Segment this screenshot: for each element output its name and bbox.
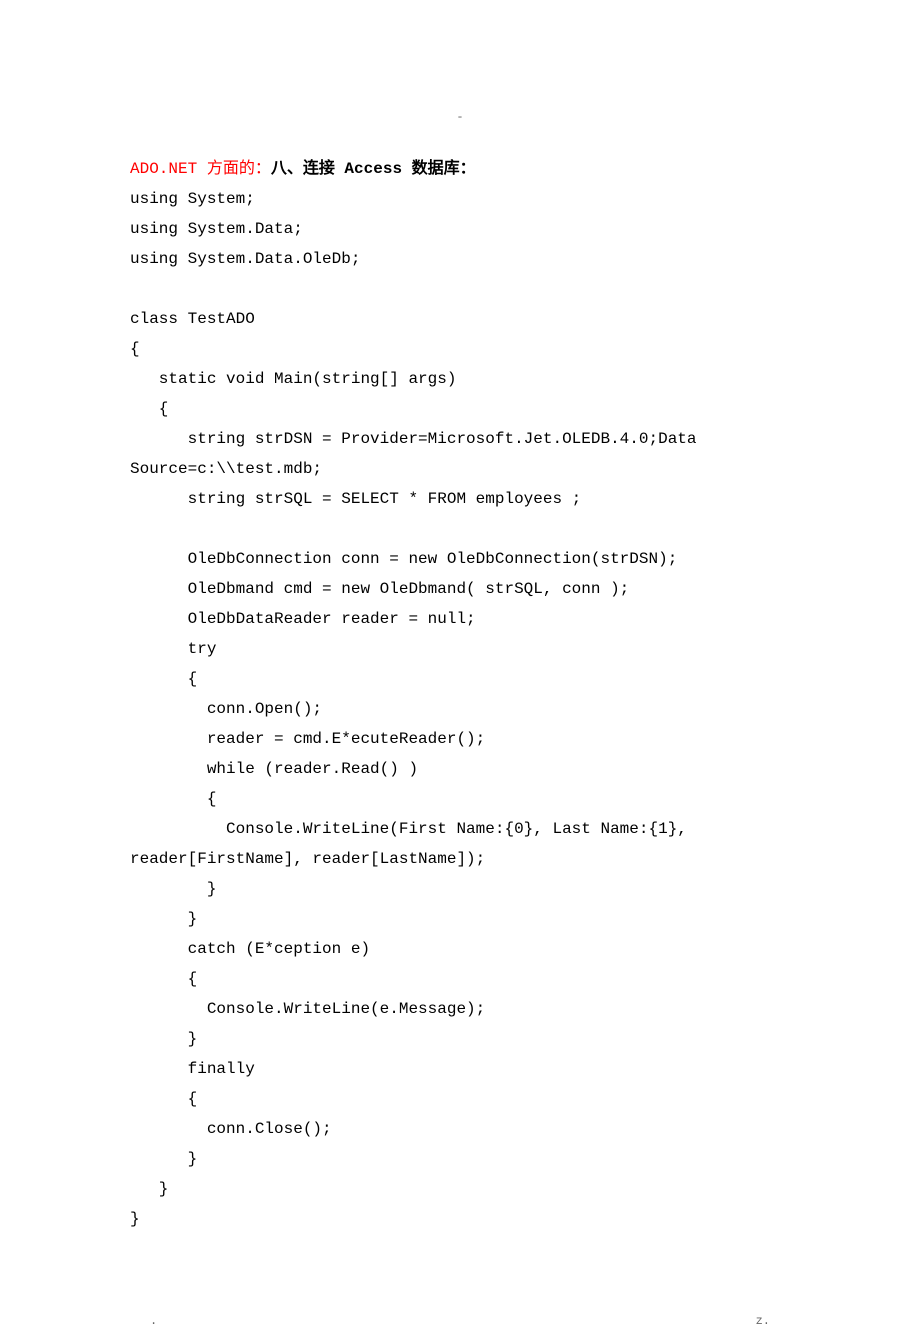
code-block: using System;using System.Data;using Sys… bbox=[130, 184, 790, 1234]
code-line: using System.Data; bbox=[130, 214, 790, 244]
code-line bbox=[130, 514, 790, 544]
code-line: OleDbDataReader reader = null; bbox=[130, 604, 790, 634]
code-line: using System.Data.OleDb; bbox=[130, 244, 790, 274]
code-line: Source=c:\\test.mdb; bbox=[130, 454, 790, 484]
code-line: Console.WriteLine(e.Message); bbox=[130, 994, 790, 1024]
code-line: OleDbConnection conn = new OleDbConnecti… bbox=[130, 544, 790, 574]
code-line: { bbox=[130, 664, 790, 694]
code-line: conn.Open(); bbox=[130, 694, 790, 724]
code-line: try bbox=[130, 634, 790, 664]
code-line: static void Main(string[] args) bbox=[130, 364, 790, 394]
code-line: { bbox=[130, 784, 790, 814]
title-bold: 八、连接 Access 数据库： bbox=[271, 160, 476, 178]
footer-right: z. bbox=[756, 1314, 770, 1328]
code-line: } bbox=[130, 904, 790, 934]
header-marker: - bbox=[130, 110, 790, 124]
code-line: { bbox=[130, 394, 790, 424]
code-line: conn.Close(); bbox=[130, 1114, 790, 1144]
code-line: } bbox=[130, 1024, 790, 1054]
code-line: { bbox=[130, 1084, 790, 1114]
code-line: { bbox=[130, 964, 790, 994]
code-line: string strSQL = SELECT * FROM employees … bbox=[130, 484, 790, 514]
code-line: class TestADO bbox=[130, 304, 790, 334]
code-line: reader = cmd.E*ecuteReader(); bbox=[130, 724, 790, 754]
code-line: } bbox=[130, 1174, 790, 1204]
title-prefix: ADO.NET 方面的： bbox=[130, 160, 271, 178]
code-line: } bbox=[130, 1144, 790, 1174]
page-footer: . z. bbox=[0, 1274, 920, 1328]
code-line: catch (E*ception e) bbox=[130, 934, 790, 964]
title-line: ADO.NET 方面的：八、连接 Access 数据库： bbox=[130, 154, 790, 184]
code-line: OleDbmand cmd = new OleDbmand( strSQL, c… bbox=[130, 574, 790, 604]
code-line: } bbox=[130, 1204, 790, 1234]
document-page: - ADO.NET 方面的：八、连接 Access 数据库： using Sys… bbox=[0, 0, 920, 1274]
code-line: string strDSN = Provider=Microsoft.Jet.O… bbox=[130, 424, 790, 454]
code-line: Console.WriteLine(First Name:{0}, Last N… bbox=[130, 814, 790, 844]
code-line: reader[FirstName], reader[LastName]); bbox=[130, 844, 790, 874]
code-line: } bbox=[130, 874, 790, 904]
code-line bbox=[130, 274, 790, 304]
code-line: while (reader.Read() ) bbox=[130, 754, 790, 784]
footer-left: . bbox=[150, 1314, 157, 1328]
code-line: using System; bbox=[130, 184, 790, 214]
code-line: { bbox=[130, 334, 790, 364]
code-line: finally bbox=[130, 1054, 790, 1084]
